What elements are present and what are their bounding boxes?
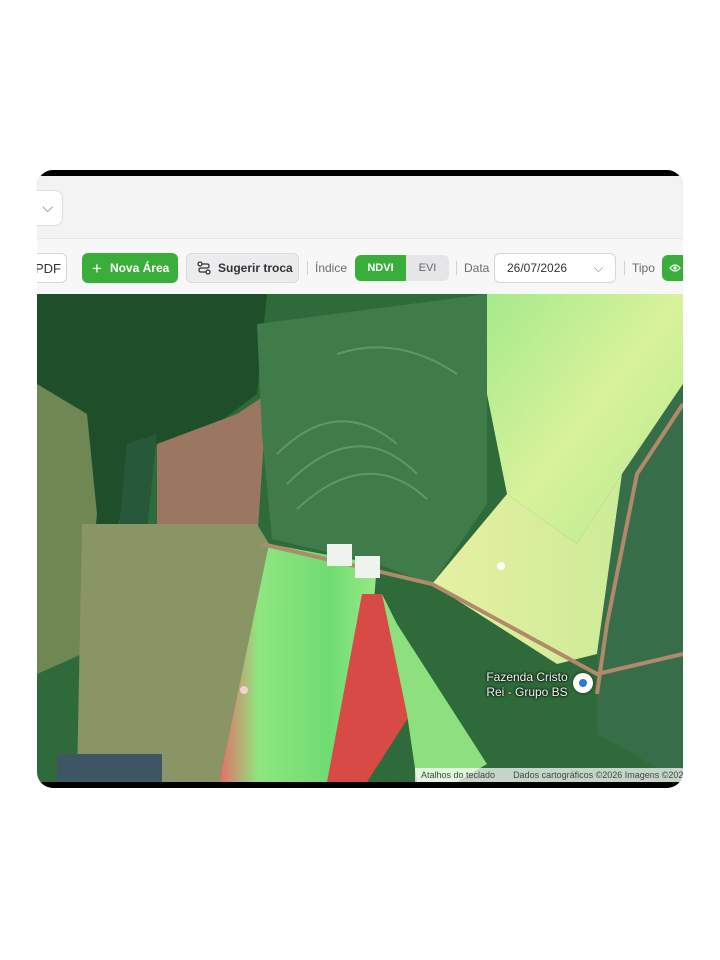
greenhouse xyxy=(327,544,352,566)
pond xyxy=(57,754,162,782)
chevron-down-icon: ⌵ xyxy=(42,199,53,215)
satellite-map[interactable]: Fazenda Cristo Rei - Grupo BS Atalhos do… xyxy=(37,294,683,782)
index-option-ndvi[interactable]: NDVI xyxy=(355,255,406,281)
swap-route-icon xyxy=(197,261,211,275)
toolbar-divider xyxy=(456,261,457,275)
plus-icon: + xyxy=(92,258,102,278)
new-area-label: Nova Área xyxy=(109,261,170,275)
index-option-evi[interactable]: EVI xyxy=(406,255,449,281)
farm-location-label: Fazenda Cristo Rei - Grupo BS xyxy=(477,670,577,700)
crop-field-center xyxy=(257,294,487,584)
date-select[interactable]: 26/07/2026 ⌵ xyxy=(494,253,616,283)
map-canvas[interactable] xyxy=(37,294,683,782)
suggest-swap-button[interactable]: Sugerir troca xyxy=(186,253,299,283)
sample-point-marker xyxy=(240,686,248,694)
pdf-button-label: PDF xyxy=(37,260,61,276)
map-data-credit[interactable]: Dados cartográficos ©2026 Imagens ©2026 xyxy=(513,770,683,780)
date-value: 26/07/2026 xyxy=(507,261,568,275)
new-area-button[interactable]: + Nova Área xyxy=(82,253,178,283)
suggest-swap-label: Sugerir troca xyxy=(218,261,293,275)
farm-selector[interactable]: ⌵ xyxy=(37,190,63,226)
top-bar: ⌵ xyxy=(37,176,683,238)
export-pdf-button[interactable]: PDF xyxy=(37,253,67,283)
toolbar-divider xyxy=(307,261,308,275)
type-label: Tipo xyxy=(632,261,655,275)
map-toolbar: PDF + Nova Área Sugerir troca Índice NDV… xyxy=(37,238,683,296)
map-attribution: Atalhos do teclado Dados cartográficos ©… xyxy=(415,768,683,782)
farm-name-line2: Rei - Grupo BS xyxy=(486,685,568,699)
keyboard-shortcuts-link[interactable]: Atalhos do teclado xyxy=(421,770,495,780)
index-label: Índice xyxy=(315,261,348,275)
date-label: Data xyxy=(464,261,490,275)
location-pin-icon[interactable] xyxy=(573,673,593,693)
chevron-down-icon: ⌵ xyxy=(593,261,603,275)
sample-point-marker xyxy=(497,562,505,570)
index-toggle: NDVI EVI xyxy=(355,255,449,281)
toolbar-divider xyxy=(624,261,625,275)
farm-name-line1: Fazenda Cristo xyxy=(486,670,568,684)
app-window: ⌵ PDF + Nova Área Sugerir troca Índice N… xyxy=(37,176,683,782)
screenshot-frame: ⌵ PDF + Nova Área Sugerir troca Índice N… xyxy=(37,170,683,788)
greenhouse xyxy=(355,556,380,578)
layer-visibility-button[interactable] xyxy=(662,255,683,281)
eye-icon xyxy=(669,264,681,272)
